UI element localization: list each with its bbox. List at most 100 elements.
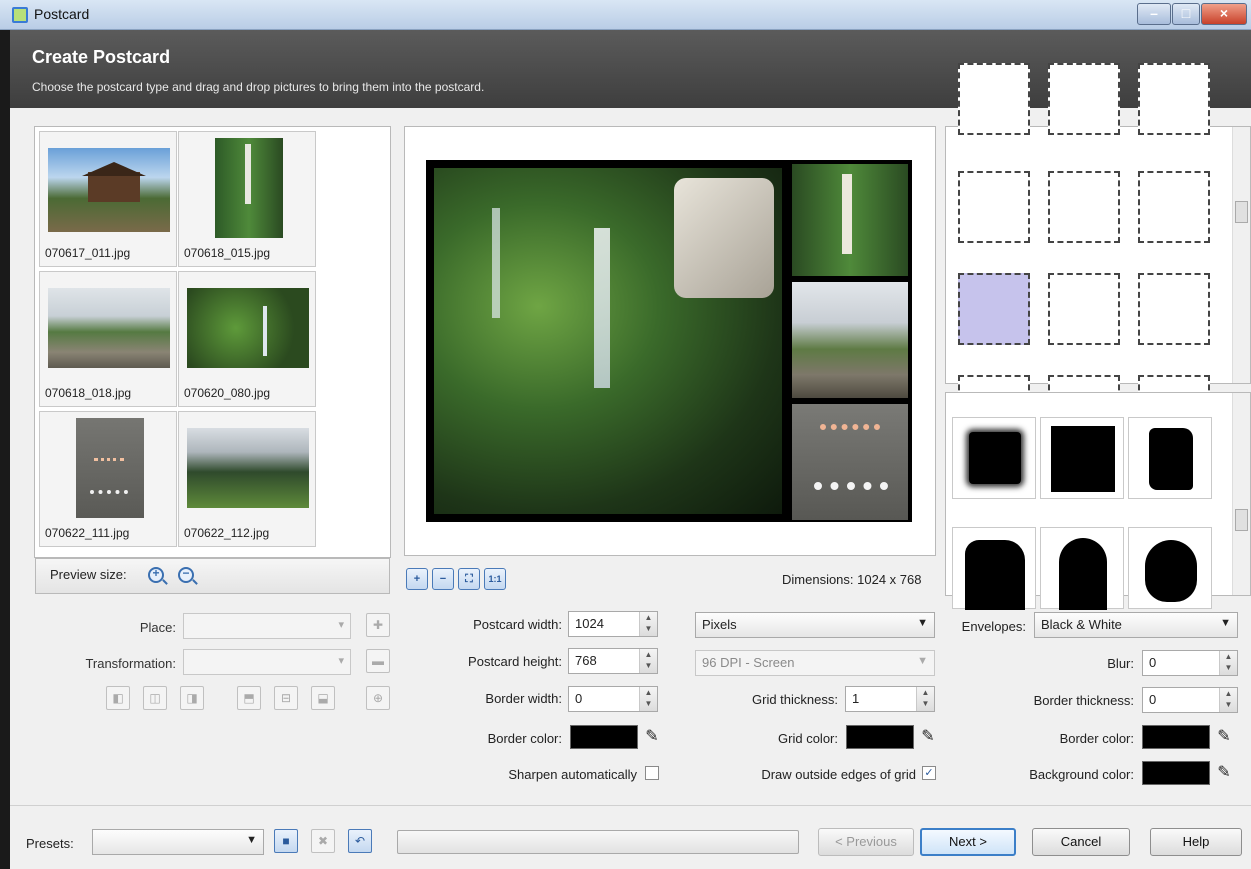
thumbnail-image <box>187 428 309 508</box>
close-button[interactable]: × <box>1201 3 1247 25</box>
help-button[interactable]: Help <box>1150 828 1242 856</box>
mask-item[interactable] <box>952 527 1036 610</box>
grid-color-label: Grid color: <box>778 731 838 746</box>
next-button[interactable]: Next > <box>920 828 1016 856</box>
layout-template[interactable] <box>958 171 1030 243</box>
maximize-icon: □ <box>1181 5 1191 21</box>
thumbnail-item[interactable]: 070617_011.jpg <box>39 131 177 267</box>
actual-size-button[interactable]: 1:1 <box>484 568 506 590</box>
mask-item[interactable] <box>1128 527 1212 609</box>
eyedropper-icon[interactable]: ✎ <box>1214 725 1234 749</box>
postcard-width-label: Postcard width: <box>473 617 562 632</box>
thumbnail-item[interactable]: 070618_018.jpg <box>39 271 177 407</box>
envelope-masks-panel[interactable] <box>945 392 1251 610</box>
align-bottom-icon[interactable]: ⬓ <box>311 686 335 710</box>
spinner-icon[interactable]: ▲ ▼ <box>916 687 934 711</box>
layout-template[interactable] <box>958 63 1030 135</box>
maximize-button[interactable]: □ <box>1172 3 1200 25</box>
preview-zoom-out-button[interactable]: − <box>178 566 194 583</box>
layout-template[interactable] <box>1138 273 1210 345</box>
presets-select[interactable]: ▼ <box>92 829 264 855</box>
preview-zoom-in-button[interactable]: + <box>148 566 164 583</box>
center-both-icon[interactable]: ⊕ <box>366 686 390 710</box>
layout-template[interactable] <box>1138 171 1210 243</box>
postcard-width-input[interactable]: 1024 ▲ ▼ <box>568 611 658 637</box>
thumbnail-label: 070622_111.jpg <box>45 526 130 540</box>
align-left-icon[interactable]: ◧ <box>106 686 130 710</box>
templates-scrollbar[interactable] <box>1232 127 1250 383</box>
grid-color-swatch[interactable] <box>846 725 914 749</box>
envelope-border-color-label: Border color: <box>1059 731 1134 746</box>
envelope-border-thickness-input[interactable]: 0 ▲ ▼ <box>1142 687 1238 713</box>
align-center-icon[interactable]: ◫ <box>143 686 167 710</box>
spinner-icon[interactable]: ▲ ▼ <box>1219 651 1237 675</box>
masks-scrollbar[interactable] <box>1232 393 1250 595</box>
previous-button[interactable]: < Previous <box>818 828 914 856</box>
chevron-down-icon: ▼ <box>917 617 928 629</box>
thumbnail-item[interactable]: 070620_080.jpg <box>178 271 316 407</box>
mask-item[interactable] <box>952 417 1036 499</box>
thumbnail-image <box>76 418 144 518</box>
presets-label: Presets: <box>26 836 74 851</box>
spinner-icon[interactable]: ▲ ▼ <box>639 649 657 673</box>
envelope-border-color-swatch[interactable] <box>1142 725 1210 749</box>
thumbnail-item[interactable]: 070622_112.jpg <box>178 411 316 547</box>
remove-transformation-button[interactable]: ▬ <box>366 649 390 673</box>
thumbnail-item[interactable]: 070618_015.jpg <box>178 131 316 267</box>
sharpen-label: Sharpen automatically <box>508 767 637 782</box>
sharpen-checkbox[interactable] <box>645 766 659 780</box>
spinner-icon[interactable]: ▲ ▼ <box>639 612 657 636</box>
transformation-label: Transformation: <box>85 656 176 671</box>
reset-button[interactable]: ↶ <box>348 829 372 853</box>
mask-item[interactable] <box>1040 417 1124 499</box>
canvas-zoom-out-button[interactable]: − <box>432 568 454 590</box>
units-select[interactable]: Pixels ▼ <box>695 612 935 638</box>
collage-photo[interactable] <box>792 282 908 398</box>
page-title: Create Postcard <box>32 47 171 67</box>
thumbnail-item[interactable]: 070622_111.jpg <box>39 411 177 547</box>
collage-main-photo[interactable] <box>434 168 782 514</box>
undo-icon: ↶ <box>354 834 366 848</box>
align-right-icon[interactable]: ◨ <box>180 686 204 710</box>
grid-thickness-input[interactable]: 1 ▲ ▼ <box>845 686 935 712</box>
postcard-collage[interactable] <box>426 160 912 522</box>
postcard-height-input[interactable]: 768 ▲ ▼ <box>568 648 658 674</box>
eyedropper-icon[interactable]: ✎ <box>1214 761 1234 785</box>
delete-preset-button[interactable]: ✖ <box>311 829 335 853</box>
mask-item[interactable] <box>1040 527 1124 610</box>
eyedropper-icon[interactable]: ✎ <box>918 725 938 749</box>
place-select[interactable]: ▾ <box>183 613 351 639</box>
draw-outside-edges-checkbox[interactable]: ✓ <box>922 766 936 780</box>
mask-item[interactable] <box>1128 417 1212 499</box>
add-place-button[interactable]: ✚ <box>366 613 390 637</box>
cancel-button[interactable]: Cancel <box>1032 828 1130 856</box>
layout-template[interactable] <box>1048 273 1120 345</box>
layout-templates-panel[interactable] <box>945 63 1251 447</box>
fit-to-window-button[interactable]: ⛶ <box>458 568 480 590</box>
layout-template-selected[interactable] <box>958 273 1030 345</box>
canvas-zoom-in-button[interactable]: + <box>406 568 428 590</box>
layout-template[interactable] <box>1048 171 1120 243</box>
collage-photo[interactable] <box>792 404 908 520</box>
eyedropper-icon[interactable]: ✎ <box>642 725 662 749</box>
dpi-select[interactable]: 96 DPI - Screen ▼ <box>695 650 935 676</box>
border-color-swatch[interactable] <box>570 725 638 749</box>
layout-template[interactable] <box>1048 63 1120 135</box>
thumbnail-panel[interactable]: 070617_011.jpg 070618_015.jpg 070618_018… <box>34 126 391 558</box>
align-middle-icon[interactable]: ⊟ <box>274 686 298 710</box>
progress-bar <box>397 830 799 854</box>
border-width-input[interactable]: 0 ▲ ▼ <box>568 686 658 712</box>
minimize-button[interactable]: – <box>1137 3 1171 25</box>
align-top-icon[interactable]: ⬒ <box>237 686 261 710</box>
transformation-select[interactable]: ▾ <box>183 649 351 675</box>
layout-template[interactable] <box>1138 63 1210 135</box>
background-color-swatch[interactable] <box>1142 761 1210 785</box>
draw-outside-edges-label: Draw outside edges of grid <box>761 767 916 782</box>
spinner-icon[interactable]: ▲ ▼ <box>1219 688 1237 712</box>
thumbnail-label: 070618_015.jpg <box>184 246 271 260</box>
spinner-icon[interactable]: ▲ ▼ <box>639 687 657 711</box>
blur-input[interactable]: 0 ▲ ▼ <box>1142 650 1238 676</box>
collage-photo[interactable] <box>792 164 908 276</box>
envelopes-select[interactable]: Black & White ▼ <box>1034 612 1238 638</box>
save-preset-button[interactable]: ■ <box>274 829 298 853</box>
